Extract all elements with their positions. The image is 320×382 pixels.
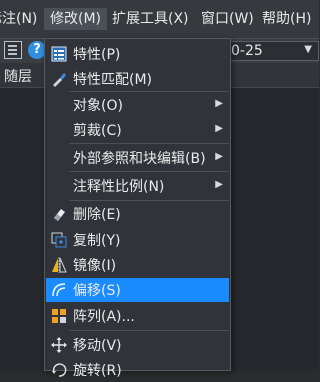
menu-item-move[interactable]: 移动(V) xyxy=(46,333,229,357)
menu-item-properties[interactable]: 特性(P) xyxy=(46,42,229,66)
mirror-icon xyxy=(52,257,67,273)
linetype-combo[interactable]: 0-25 ▼ xyxy=(225,41,319,61)
menu-item-rotate[interactable]: 旋转(R) xyxy=(46,358,229,382)
menu-item-label: 对象(O) xyxy=(73,98,123,114)
modify-dropdown-menu: 特性(P) 特性匹配(M) 对象(O) ▶ 剪裁(C) ▶ 外部参照和块编辑(B… xyxy=(44,38,231,379)
match-properties-icon xyxy=(53,73,66,87)
menu-item-erase[interactable]: 删除(E) xyxy=(46,202,229,226)
array-icon xyxy=(52,309,66,323)
rotate-icon xyxy=(52,363,67,377)
menu-item-label: 特性匹配(M) xyxy=(73,72,153,88)
menu-item-clip[interactable]: 剪裁(C) ▶ xyxy=(46,118,229,142)
menu-item-copy[interactable]: 复制(Y) xyxy=(46,228,229,252)
submenu-arrow-icon: ▶ xyxy=(215,179,223,190)
menu-item-label: 注释性比例(N) xyxy=(73,179,165,195)
menu-item-label: 移动(V) xyxy=(73,338,122,354)
menu-modify[interactable]: 修改(M) xyxy=(44,8,108,30)
copy-icon xyxy=(51,232,67,248)
layer-label[interactable]: 随层 xyxy=(4,66,32,86)
submenu-arrow-icon: ▶ xyxy=(215,151,223,162)
menu-separator xyxy=(69,143,229,144)
submenu-arrow-icon: ▶ xyxy=(215,98,223,109)
menu-item-label: 旋转(R) xyxy=(73,363,122,379)
menu-help[interactable]: 帮助(H) xyxy=(256,8,317,30)
submenu-arrow-icon: ▶ xyxy=(215,123,223,134)
menu-item-array[interactable]: 阵列(A)... xyxy=(46,304,229,328)
menu-separator xyxy=(69,330,229,331)
document-icon[interactable] xyxy=(4,41,22,59)
chevron-down-icon[interactable]: ▼ xyxy=(304,44,312,55)
menu-item-match-properties[interactable]: 特性匹配(M) xyxy=(46,67,229,91)
menu-item-label: 外部参照和块编辑(B) xyxy=(73,151,206,167)
menu-separator xyxy=(69,171,229,172)
offset-icon xyxy=(52,283,66,297)
menu-extended-tools[interactable]: 扩展工具(X) xyxy=(106,8,195,30)
menu-item-label: 镜像(I) xyxy=(73,258,117,274)
properties-icon xyxy=(51,46,67,62)
combo-value: 0-25 xyxy=(231,43,263,59)
menu-bar: 标注(N) 修改(M) 扩展工具(X) 窗口(W) 帮助(H) xyxy=(0,0,319,39)
menu-annotate[interactable]: 标注(N) xyxy=(0,8,43,30)
menu-item-label: 复制(Y) xyxy=(73,233,121,249)
menu-separator xyxy=(69,200,229,201)
menu-item-label: 删除(E) xyxy=(73,207,121,223)
move-icon xyxy=(51,337,67,353)
menu-window[interactable]: 窗口(W) xyxy=(195,8,260,30)
eraser-icon xyxy=(54,209,65,221)
menu-item-annotative-scale[interactable]: 注释性比例(N) ▶ xyxy=(46,174,229,198)
menu-item-object[interactable]: 对象(O) ▶ xyxy=(46,93,229,117)
menu-item-xref-block-edit[interactable]: 外部参照和块编辑(B) ▶ xyxy=(46,146,229,170)
menu-item-label: 阵列(A)... xyxy=(73,309,135,325)
menu-item-offset[interactable]: 偏移(S) xyxy=(46,278,229,302)
menu-separator xyxy=(69,91,229,92)
menu-item-mirror[interactable]: 镜像(I) xyxy=(46,253,229,277)
menu-item-label: 特性(P) xyxy=(73,47,121,63)
menu-item-label: 偏移(S) xyxy=(73,283,121,299)
menu-item-label: 剪裁(C) xyxy=(73,123,122,139)
